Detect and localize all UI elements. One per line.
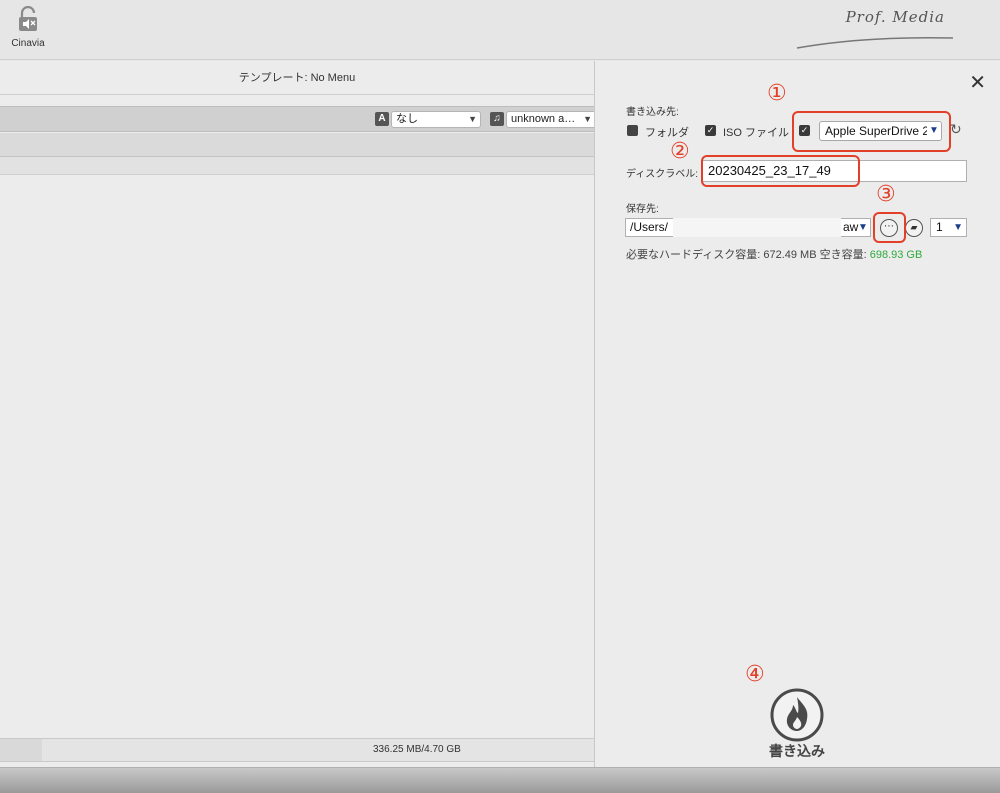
annotation-number-1: ①: [767, 81, 787, 106]
capacity-fill: [0, 739, 42, 761]
brand-swoosh: [796, 36, 954, 49]
chevron-down-icon[interactable]: ▼: [858, 218, 868, 237]
save-path-redacted: [673, 218, 841, 237]
write-to-label: 書き込み先:: [626, 107, 679, 118]
open-folder-icon[interactable]: ▰: [905, 219, 923, 237]
iso-label: ISO ファイル: [723, 127, 790, 139]
cinavia-unlock-icon: [17, 5, 39, 32]
cinavia-button[interactable]: Cinavia: [6, 5, 50, 49]
iso-checkbox[interactable]: ✓: [705, 125, 716, 136]
save-to-label: 保存先:: [626, 204, 659, 215]
hdd-free-label: 空き容量:: [819, 249, 867, 261]
burn-settings-panel: ✕ 書き込み先: フォルダ ✓ ISO ファイル ✓ Apple SuperDr…: [595, 61, 1000, 767]
brand-logo: Prof. Media: [795, 8, 954, 50]
capacity-text: 336.25 MB/4.70 GB: [373, 744, 461, 755]
brand-text: Prof. Media: [845, 8, 945, 26]
folder-label: フォルダ: [645, 127, 689, 139]
track-row-secondary[interactable]: [0, 157, 594, 175]
top-toolbar: Cinavia Prof. Media: [0, 0, 1000, 60]
audio-select[interactable]: unknown a… ▼: [506, 111, 596, 128]
subtitle-icon: A: [375, 112, 389, 126]
save-path-value: /Users/: [630, 220, 669, 234]
flame-icon: [770, 688, 824, 742]
disc-capacity-bar: 336.25 MB/4.70 GB: [0, 738, 594, 762]
disk-space-info: 必要なハードディスク容量: 672.49 MB 空き容量: 698.93 GB: [626, 246, 922, 262]
disc-content-panel: テンプレート: No Menu A なし ▼ ♫ unknown a… ▼ 33…: [0, 61, 596, 767]
refresh-icon[interactable]: ↻: [950, 121, 962, 138]
hdd-required: 必要なハードディスク容量: 672.49 MB: [626, 249, 817, 261]
copies-value: 1: [936, 220, 943, 234]
annotation-box-1: [792, 111, 951, 152]
annotation-number-3: ③: [876, 182, 896, 207]
hdd-free-value: 698.93 GB: [869, 249, 923, 261]
disc-label-caption: ディスクラベル:: [626, 169, 699, 180]
track-row[interactable]: [0, 133, 594, 157]
burn-label: 書き込み: [769, 743, 825, 759]
copies-select[interactable]: 1 ▼: [930, 218, 967, 237]
close-button[interactable]: ✕: [969, 73, 986, 93]
folder-checkbox[interactable]: [627, 125, 638, 136]
audio-select-value: unknown a…: [511, 113, 576, 125]
window-bottom-bar: [0, 767, 1000, 793]
annotation-number-2: ②: [670, 139, 690, 164]
save-path-tail: aw: [843, 220, 859, 234]
annotation-number-4: ④: [745, 662, 765, 687]
burn-button[interactable]: [769, 687, 825, 743]
chevron-down-icon: ▼: [468, 114, 477, 124]
chevron-down-icon: ▼: [953, 222, 963, 233]
subtitle-select-value: なし: [396, 113, 418, 125]
template-selector[interactable]: テンプレート: No Menu: [0, 61, 594, 95]
annotation-box-3: [873, 212, 906, 243]
music-note-icon: ♫: [490, 112, 504, 126]
chevron-down-icon: ▼: [583, 114, 592, 124]
subtitle-select[interactable]: なし ▼: [391, 111, 481, 128]
title-track-bar: A なし ▼ ♫ unknown a… ▼: [0, 106, 596, 132]
annotation-box-2: [701, 155, 860, 187]
cinavia-label: Cinavia: [11, 38, 45, 49]
